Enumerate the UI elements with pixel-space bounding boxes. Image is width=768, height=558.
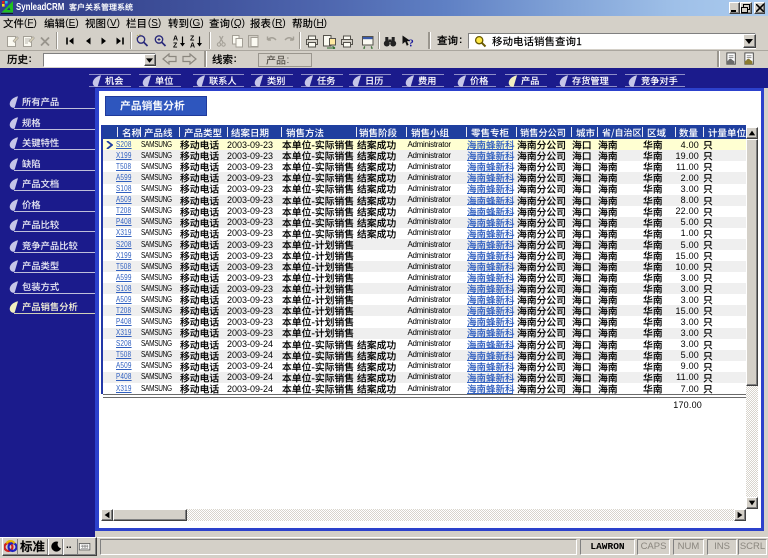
svg-text:Z: Z: [173, 43, 178, 50]
svg-text:?: ?: [409, 39, 414, 50]
svg-text:A: A: [173, 36, 178, 43]
svg-text:Z: Z: [190, 36, 195, 43]
svg-text:A: A: [190, 43, 195, 50]
